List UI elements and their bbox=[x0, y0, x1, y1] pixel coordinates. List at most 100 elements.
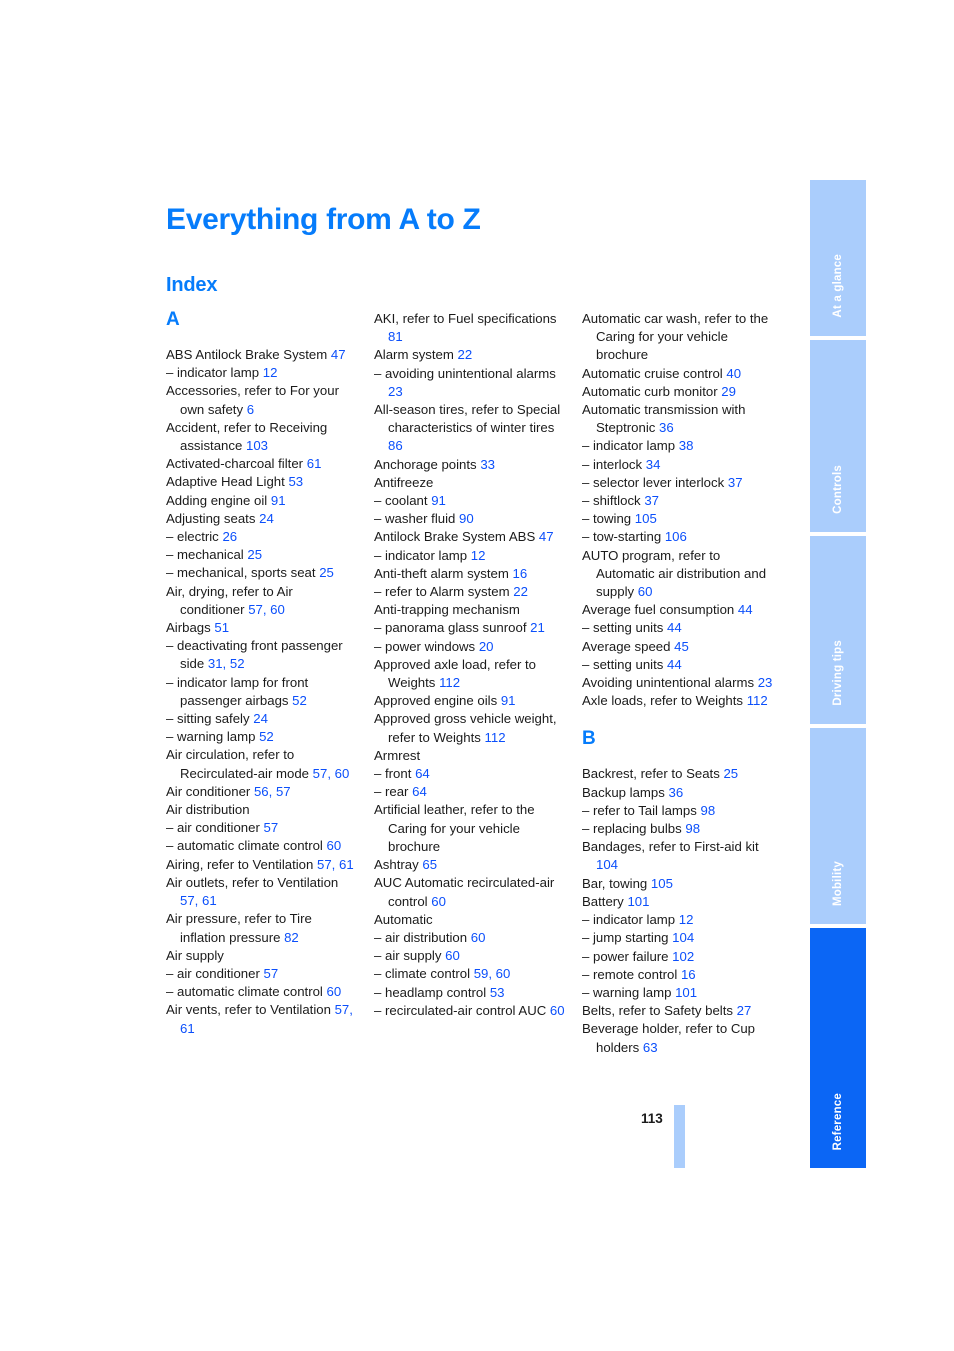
index-entry-text: – recirculated-air control AUC bbox=[374, 1002, 550, 1018]
tab-controls[interactable]: Controls bbox=[810, 340, 866, 532]
index-page-reference[interactable]: 63 bbox=[643, 1040, 658, 1055]
index-page-reference[interactable]: 34 bbox=[646, 457, 661, 472]
index-page-reference[interactable]: 44 bbox=[667, 657, 682, 672]
index-page-reference[interactable]: 64 bbox=[412, 784, 427, 799]
index-page-reference[interactable]: 23 bbox=[758, 675, 773, 690]
index-page-reference[interactable]: 20 bbox=[479, 639, 494, 654]
index-page-reference[interactable]: 16 bbox=[513, 566, 528, 581]
index-page-reference[interactable]: 60 bbox=[471, 930, 486, 945]
index-page-reference[interactable]: 112 bbox=[747, 693, 768, 708]
index-page-reference[interactable]: 31, 52 bbox=[208, 656, 245, 671]
index-page-reference[interactable]: 29 bbox=[721, 384, 736, 399]
index-page-reference[interactable]: 91 bbox=[501, 693, 516, 708]
index-page-reference[interactable]: 25 bbox=[319, 565, 334, 580]
index-page-reference[interactable]: 104 bbox=[672, 930, 694, 945]
index-page-reference[interactable]: 98 bbox=[701, 803, 716, 818]
index-page-reference[interactable]: 86 bbox=[388, 438, 403, 453]
index-page-reference[interactable]: 56, 57 bbox=[254, 784, 291, 799]
index-page-reference[interactable]: 57, 61 bbox=[180, 893, 217, 908]
index-page-reference[interactable]: 22 bbox=[513, 584, 528, 599]
index-page-reference[interactable]: 98 bbox=[685, 821, 700, 836]
index-page-reference[interactable]: 90 bbox=[459, 511, 474, 526]
index-page-reference[interactable]: 37 bbox=[644, 493, 659, 508]
index-page-reference[interactable]: 81 bbox=[388, 329, 403, 344]
index-page-reference[interactable]: 40 bbox=[726, 366, 741, 381]
index-page-reference[interactable]: 47 bbox=[539, 529, 554, 544]
index-page-reference[interactable]: 25 bbox=[723, 766, 738, 781]
tab-reference[interactable]: Reference bbox=[810, 928, 866, 1168]
index-page-reference[interactable]: 47 bbox=[331, 347, 346, 362]
index-page-reference[interactable]: 24 bbox=[259, 511, 274, 526]
index-entry-text: – refer to Tail lamps bbox=[582, 802, 701, 818]
index-page-reference[interactable]: 57 bbox=[264, 966, 279, 981]
index-page-reference[interactable]: 44 bbox=[667, 620, 682, 635]
index-page-reference[interactable]: 91 bbox=[271, 493, 286, 508]
index-page-reference[interactable]: 12 bbox=[263, 365, 278, 380]
index-page-reference[interactable]: 53 bbox=[490, 985, 505, 1000]
index-entry-text: – automatic climate control bbox=[166, 838, 327, 854]
index-page-reference[interactable]: 52 bbox=[259, 729, 274, 744]
index-page-reference[interactable]: 22 bbox=[458, 347, 473, 362]
index-page-reference[interactable]: 24 bbox=[253, 711, 268, 726]
index-page-reference[interactable]: 82 bbox=[284, 930, 299, 945]
index-page-reference[interactable]: 12 bbox=[471, 548, 486, 563]
index-page-reference[interactable]: 60 bbox=[445, 948, 460, 963]
index-page-reference[interactable]: 57 bbox=[264, 820, 279, 835]
index-page-reference[interactable]: 21 bbox=[530, 620, 545, 635]
index-page-reference[interactable]: 112 bbox=[485, 730, 506, 745]
tab-driving-tips[interactable]: Driving tips bbox=[810, 536, 866, 724]
index-page-reference[interactable]: 57, 61 bbox=[317, 857, 354, 872]
index-entry: Airbags 51 bbox=[166, 619, 358, 637]
index-subentry: – warning lamp 52 bbox=[166, 728, 358, 746]
index-page-reference[interactable]: 6 bbox=[247, 402, 254, 417]
index-page-reference[interactable]: 57, 60 bbox=[248, 602, 285, 617]
index-entry-text: – mechanical bbox=[166, 547, 248, 563]
index-entry-text: Beverage holder, refer to Cup holders bbox=[582, 1021, 756, 1055]
index-page-reference[interactable]: 45 bbox=[674, 639, 689, 654]
page-marker bbox=[674, 1105, 685, 1168]
index-entry-text: Air circulation, refer to Recirculated-a… bbox=[166, 747, 313, 781]
index-page-reference[interactable]: 112 bbox=[439, 675, 460, 690]
index-page-reference[interactable]: 106 bbox=[665, 529, 687, 544]
index-page-reference[interactable]: 101 bbox=[627, 894, 649, 909]
index-page-reference[interactable]: 59, 60 bbox=[474, 966, 511, 981]
index-page-reference[interactable]: 60 bbox=[431, 894, 446, 909]
index-entry-text: Backrest, refer to Seats bbox=[582, 766, 724, 782]
index-page-reference[interactable]: 104 bbox=[596, 857, 618, 872]
index-page-reference[interactable]: 12 bbox=[679, 912, 694, 927]
tab-mobility[interactable]: Mobility bbox=[810, 728, 866, 924]
index-subentry: – setting units 44 bbox=[582, 656, 774, 674]
index-page-reference[interactable]: 25 bbox=[247, 547, 262, 562]
index-page-reference[interactable]: 57, 60 bbox=[313, 766, 350, 781]
index-page-reference[interactable]: 52 bbox=[292, 693, 307, 708]
index-page-reference[interactable]: 44 bbox=[738, 602, 753, 617]
index-page-reference[interactable]: 91 bbox=[431, 493, 446, 508]
index-page-reference[interactable]: 23 bbox=[388, 384, 403, 399]
index-page-reference[interactable]: 60 bbox=[638, 584, 653, 599]
index-page-reference[interactable]: 33 bbox=[480, 457, 495, 472]
index-page-reference[interactable]: 36 bbox=[669, 785, 684, 800]
index-page-reference[interactable]: 36 bbox=[659, 420, 674, 435]
index-page-reference[interactable]: 38 bbox=[679, 438, 694, 453]
index-page-reference[interactable]: 51 bbox=[214, 620, 229, 635]
index-page-reference[interactable]: 65 bbox=[422, 857, 437, 872]
index-page-reference[interactable]: 61 bbox=[307, 456, 322, 471]
index-page-reference[interactable]: 101 bbox=[675, 985, 697, 1000]
index-entry-text: – air conditioner bbox=[166, 965, 264, 981]
index-page-reference[interactable]: 53 bbox=[288, 474, 303, 489]
index-page-reference[interactable]: 105 bbox=[651, 876, 673, 891]
index-entry: Anti-theft alarm system 16 bbox=[374, 565, 566, 583]
tab-at-a-glance[interactable]: At a glance bbox=[810, 180, 866, 336]
index-page-reference[interactable]: 103 bbox=[246, 438, 268, 453]
index-page-reference[interactable]: 60 bbox=[550, 1003, 565, 1018]
index-page-reference[interactable]: 105 bbox=[635, 511, 657, 526]
index-page-reference[interactable]: 64 bbox=[415, 766, 430, 781]
index-page-reference[interactable]: 27 bbox=[737, 1003, 752, 1018]
index-page-reference[interactable]: 37 bbox=[728, 475, 743, 490]
index-entry: Beverage holder, refer to Cup holders 63 bbox=[582, 1020, 774, 1056]
index-page-reference[interactable]: 26 bbox=[222, 529, 237, 544]
index-page-reference[interactable]: 16 bbox=[681, 967, 696, 982]
index-page-reference[interactable]: 102 bbox=[672, 949, 694, 964]
index-page-reference[interactable]: 60 bbox=[327, 838, 342, 853]
index-page-reference[interactable]: 60 bbox=[327, 984, 342, 999]
